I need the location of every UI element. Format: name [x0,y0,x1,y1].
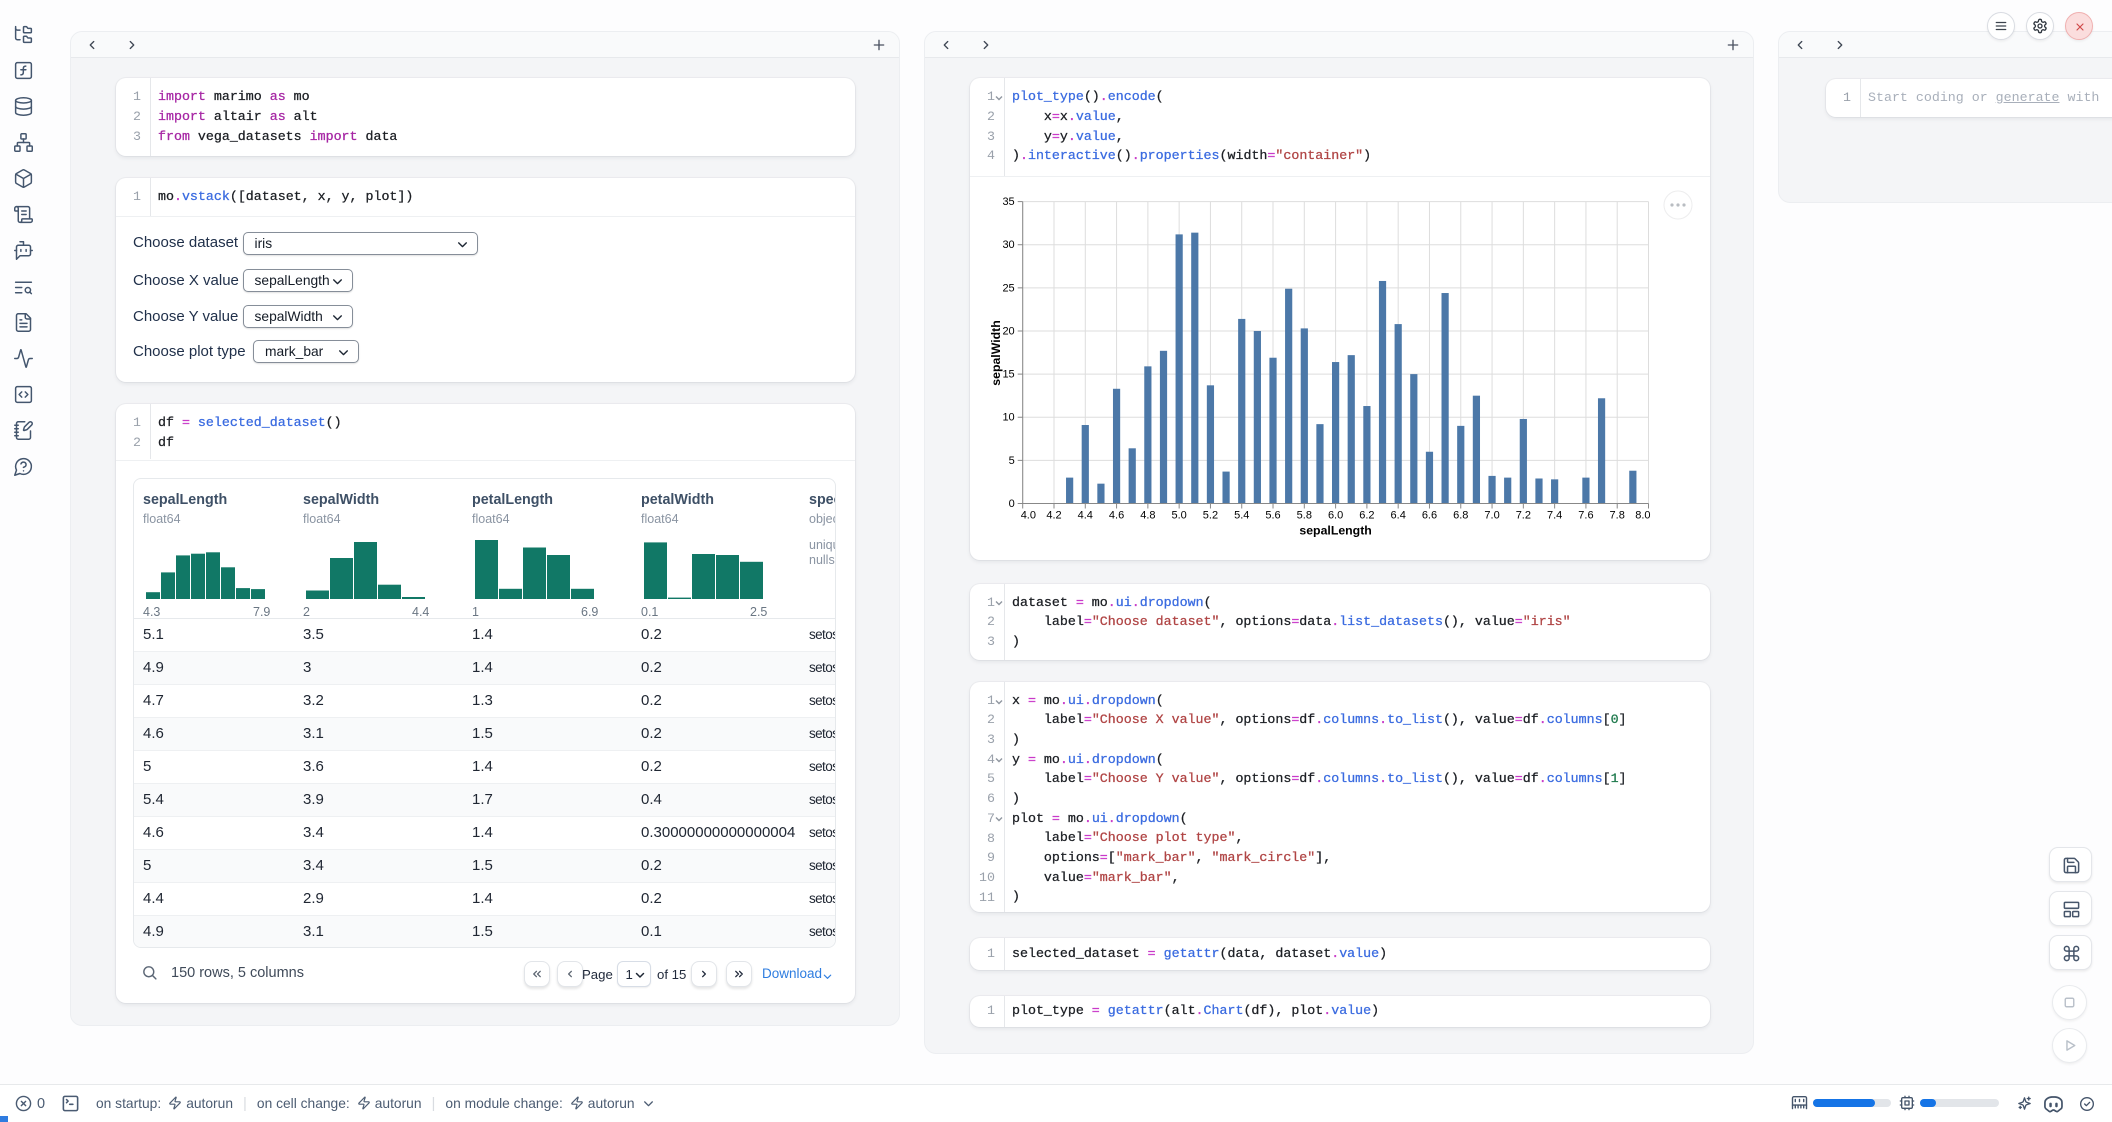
svg-text:10: 10 [1002,412,1014,424]
svg-text:5.2: 5.2 [1203,510,1218,522]
svg-text:4.2: 4.2 [1046,510,1061,522]
svg-text:6.4: 6.4 [1391,510,1406,522]
svg-text:5.4: 5.4 [1234,510,1249,522]
svg-text:7.2: 7.2 [1516,510,1531,522]
svg-text:20: 20 [1002,325,1014,337]
svg-text:5.6: 5.6 [1265,510,1280,522]
svg-text:7.4: 7.4 [1547,510,1562,522]
svg-text:15: 15 [1002,369,1014,381]
svg-text:4.6: 4.6 [1109,510,1124,522]
svg-text:6.2: 6.2 [1359,510,1374,522]
svg-text:4.0: 4.0 [1021,510,1036,522]
svg-text:25: 25 [1002,282,1014,294]
svg-text:sepalWidth: sepalWidth [990,320,1003,385]
svg-text:30: 30 [1002,239,1014,251]
svg-text:sepalLength: sepalLength [1299,524,1371,538]
svg-text:6.8: 6.8 [1453,510,1468,522]
svg-text:6.6: 6.6 [1422,510,1437,522]
svg-text:4.8: 4.8 [1140,510,1155,522]
svg-text:35: 35 [1002,196,1014,208]
svg-text:8.0: 8.0 [1635,510,1650,522]
svg-text:5: 5 [1009,455,1015,467]
svg-text:0: 0 [1009,498,1015,510]
svg-text:6.0: 6.0 [1328,510,1343,522]
svg-text:7.6: 7.6 [1578,510,1593,522]
svg-text:7.0: 7.0 [1484,510,1499,522]
svg-text:5.8: 5.8 [1297,510,1312,522]
svg-text:7.8: 7.8 [1610,510,1625,522]
svg-text:5.0: 5.0 [1172,510,1187,522]
svg-text:4.4: 4.4 [1078,510,1093,522]
